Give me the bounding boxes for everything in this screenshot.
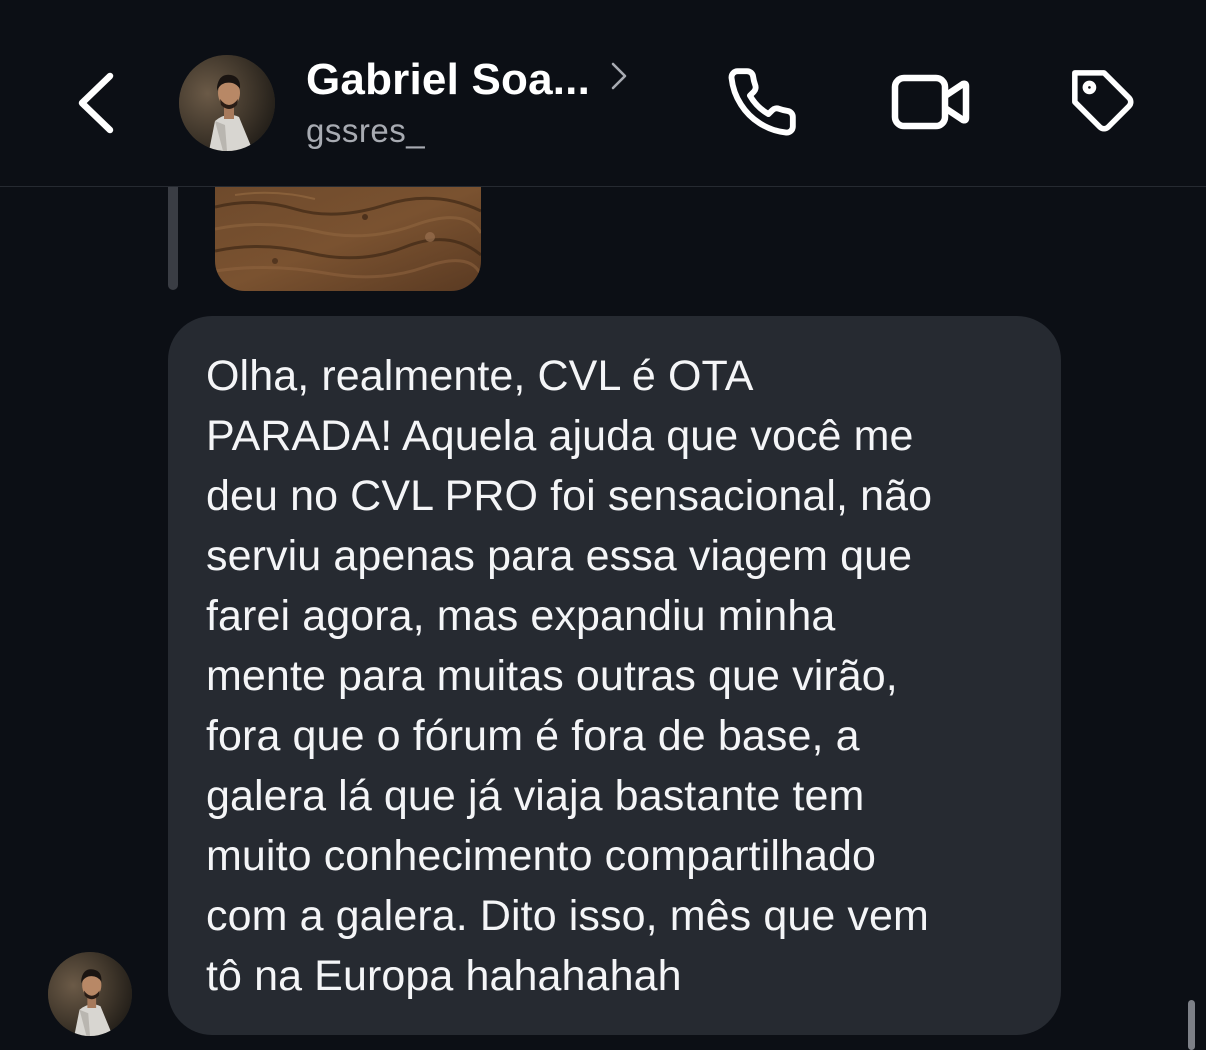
chevron-left-icon	[74, 70, 118, 141]
chat-header: Gabriel Soa... gssres_	[0, 0, 1206, 187]
back-button[interactable]	[60, 60, 132, 150]
contact-name: Gabriel Soa...	[306, 55, 591, 104]
message-text: Olha, realmente, CVL é OTA PARADA! Aquel…	[206, 352, 933, 1000]
sender-avatar[interactable]	[48, 952, 132, 1036]
chat-screen: Gabriel Soa... gssres_ Olha, realmente, …	[0, 0, 1206, 1050]
scrollbar[interactable]	[1188, 1000, 1195, 1050]
contact-username: gssres_	[306, 112, 426, 149]
label-button[interactable]	[1060, 62, 1148, 146]
voice-call-button[interactable]	[720, 62, 804, 146]
contact-avatar[interactable]	[179, 55, 275, 151]
video-camera-icon	[890, 69, 970, 140]
contact-info[interactable]: Gabriel Soa... gssres_	[306, 50, 628, 160]
phone-icon	[725, 65, 799, 144]
tag-icon	[1069, 67, 1139, 142]
media-message-thumbnail[interactable]	[215, 187, 481, 291]
reply-indicator-line	[168, 187, 178, 290]
chevron-right-icon	[610, 61, 628, 91]
message-bubble[interactable]: Olha, realmente, CVL é OTA PARADA! Aquel…	[168, 316, 1061, 1035]
video-call-button[interactable]	[884, 62, 976, 146]
